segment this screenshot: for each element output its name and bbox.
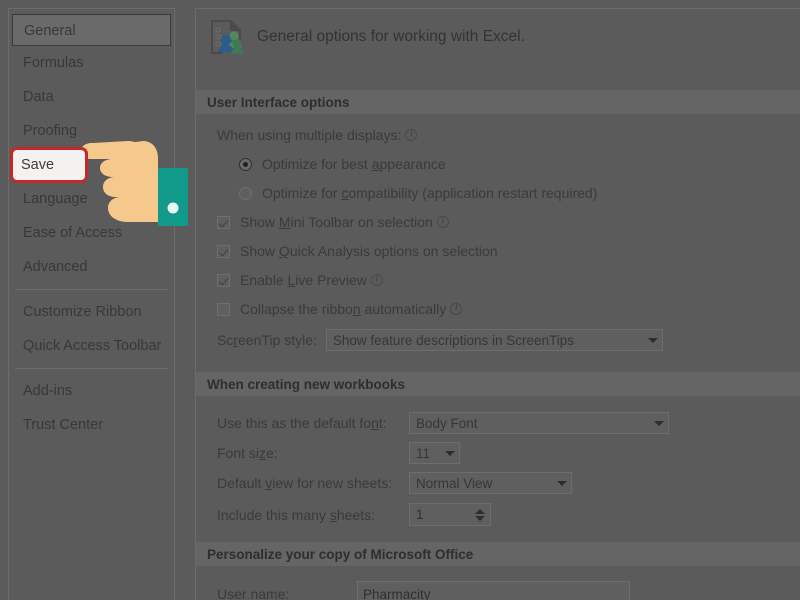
include-sheets-label: Include this many sheets:	[217, 506, 375, 523]
sidebar-item-label: Customize Ribbon	[23, 304, 142, 320]
checkbox-indicator[interactable]	[217, 215, 230, 229]
font-size-label: Font size:	[217, 445, 278, 461]
stepper-down-icon[interactable]	[475, 515, 485, 521]
checkbox-label: Show Mini Toolbar on selection	[240, 214, 433, 230]
screentip-style-row: ScreenTip style: Show feature descriptio…	[217, 329, 663, 351]
sidebar-item-general[interactable]: General	[12, 14, 171, 46]
sidebar-item-save-highlight[interactable]: Save	[10, 147, 88, 183]
checkbox-label: Enable Live Preview	[240, 272, 367, 288]
sidebar-item-label: Ease of Access	[23, 225, 123, 241]
section-header-personalize: Personalize your copy of Microsoft Offic…	[196, 542, 800, 566]
info-icon[interactable]	[450, 302, 463, 315]
page-title: General options for working with Excel.	[257, 28, 525, 45]
screentip-style-label: ScreenTip style:	[217, 332, 317, 348]
sidebar-item-formulas[interactable]: Formulas	[9, 46, 174, 80]
sidebar-item-proofing[interactable]: Proofing	[9, 114, 174, 148]
include-sheets-value: 1	[416, 507, 424, 522]
chevron-down-icon	[654, 420, 664, 426]
checkbox-show-mini-toolbar[interactable]: Show Mini Toolbar on selection	[217, 214, 449, 230]
default-view-value: Normal View	[416, 475, 493, 491]
chevron-down-icon	[557, 480, 567, 486]
user-name-field[interactable]: Pharmacity	[357, 581, 630, 600]
section-title: Personalize your copy of Microsoft Offic…	[207, 546, 474, 562]
stepper-arrows[interactable]	[475, 508, 490, 521]
sidebar-item-customize-ribbon[interactable]: Customize Ribbon	[9, 295, 174, 329]
options-header: General options for working with Excel.	[209, 18, 525, 56]
sidebar-item-data[interactable]: Data	[9, 80, 174, 114]
options-content-pane: General options for working with Excel. …	[195, 8, 800, 600]
default-font-label: Use this as the default font:	[217, 415, 387, 431]
include-sheets-stepper[interactable]: 1	[409, 503, 491, 526]
radio-label: Optimize for best appearance	[262, 156, 446, 172]
include-sheets-row: Include this many sheets: 1	[217, 503, 491, 526]
font-size-row: Font size: 11	[217, 442, 460, 464]
default-view-row: Default view for new sheets: Normal View	[217, 472, 572, 494]
radio-optimize-compatibility[interactable]: Optimize for compatibility (application …	[239, 185, 597, 201]
nav-top-spacer	[9, 9, 174, 12]
section-header-new-workbooks: When creating new workbooks	[196, 372, 800, 396]
chevron-down-icon	[445, 450, 455, 456]
sidebar-item-label: Proofing	[23, 123, 78, 139]
multiple-displays-label: When using multiple displays:	[217, 127, 418, 143]
info-icon[interactable]	[370, 273, 383, 286]
user-name-row: User name: Pharmacity	[217, 581, 630, 600]
checkbox-indicator[interactable]	[217, 244, 230, 258]
sidebar-item-language[interactable]: Language	[9, 182, 174, 216]
checkbox-show-quick-analysis[interactable]: Show Quick Analysis options on selection	[217, 243, 498, 259]
sidebar-item-trust-center[interactable]: Trust Center	[9, 408, 174, 442]
section-title: User Interface options	[207, 94, 350, 110]
radio-optimize-best-appearance[interactable]: Optimize for best appearance	[239, 156, 446, 172]
info-icon[interactable]	[405, 128, 418, 141]
radio-indicator[interactable]	[239, 186, 252, 200]
font-size-value: 11	[416, 445, 431, 461]
sidebar-item-ease-of-access[interactable]: Ease of Access	[9, 216, 174, 250]
checkbox-label: Collapse the ribbon automatically	[240, 301, 447, 317]
radio-indicator[interactable]	[239, 157, 252, 171]
screentip-style-dropdown[interactable]: Show feature descriptions in ScreenTips	[325, 329, 663, 351]
user-name-value: Pharmacity	[363, 586, 431, 600]
chevron-down-icon	[647, 337, 658, 343]
nav-divider-1	[15, 289, 168, 290]
info-icon[interactable]	[436, 215, 449, 228]
section-header-ui-options: User Interface options	[196, 90, 800, 114]
default-view-label: Default view for new sheets:	[217, 475, 393, 491]
excel-options-dialog: General Formulas Data Proofing Language …	[0, 0, 800, 600]
sidebar-item-label: Trust Center	[23, 417, 104, 433]
sidebar-item-label: Save	[21, 157, 55, 173]
section-title: When creating new workbooks	[207, 376, 406, 392]
default-view-dropdown[interactable]: Normal View	[409, 472, 572, 494]
user-name-label: User name:	[217, 586, 290, 600]
sidebar-item-label: Formulas	[23, 55, 84, 71]
checkbox-indicator[interactable]	[217, 273, 230, 287]
sidebar-item-advanced[interactable]: Advanced	[9, 250, 174, 284]
sidebar-item-label: Quick Access Toolbar	[23, 338, 162, 354]
sidebar-item-quick-access-toolbar[interactable]: Quick Access Toolbar	[9, 329, 174, 363]
screentip-style-value: Show feature descriptions in ScreenTips	[332, 332, 574, 348]
general-options-icon	[211, 20, 244, 54]
options-navigation-pane: General Formulas Data Proofing Language …	[8, 8, 175, 600]
checkbox-label: Show Quick Analysis options on selection	[240, 243, 498, 259]
font-size-dropdown[interactable]: 11	[409, 442, 460, 464]
checkbox-collapse-ribbon[interactable]: Collapse the ribbon automatically	[217, 301, 463, 317]
sidebar-item-label: Language	[23, 191, 88, 207]
sidebar-item-add-ins[interactable]: Add-ins	[9, 374, 174, 408]
default-font-value: Body Font	[416, 415, 478, 431]
sidebar-item-label: Add-ins	[23, 383, 73, 399]
checkbox-indicator[interactable]	[217, 302, 230, 316]
default-font-row: Use this as the default font: Body Font	[217, 412, 669, 434]
radio-label: Optimize for compatibility (application …	[262, 185, 598, 201]
checkbox-enable-live-preview[interactable]: Enable Live Preview	[217, 272, 383, 288]
nav-divider-2	[15, 368, 168, 369]
stepper-up-icon[interactable]	[475, 508, 485, 514]
default-font-dropdown[interactable]: Body Font	[409, 412, 669, 434]
sidebar-item-label: Data	[23, 89, 54, 105]
sidebar-item-label: Advanced	[23, 259, 88, 275]
sidebar-item-label: General	[24, 23, 76, 39]
